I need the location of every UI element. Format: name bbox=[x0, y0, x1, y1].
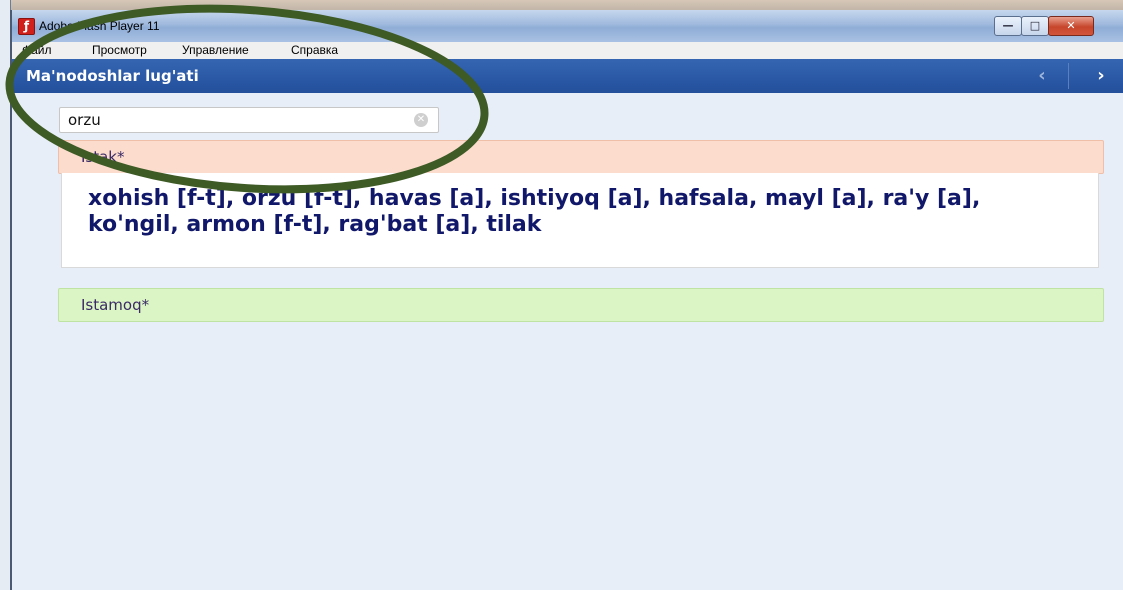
menu-bar: Файл Просмотр Управление Справка bbox=[12, 42, 1123, 60]
chevron-right-icon[interactable]: › bbox=[1086, 64, 1116, 88]
window-title: Adobe Flash Player 11 bbox=[39, 19, 160, 33]
title-bar[interactable]: ƒ Adobe Flash Player 11 — □ ✕ bbox=[12, 10, 1123, 42]
background-strip bbox=[0, 0, 1123, 10]
app-header: Ma'nodoshlar lug'ati ‹ › bbox=[12, 59, 1123, 93]
close-button[interactable]: ✕ bbox=[1048, 16, 1094, 36]
minimize-button[interactable]: — bbox=[994, 16, 1022, 36]
menu-control[interactable]: Управление bbox=[182, 43, 249, 58]
app-window: ƒ Adobe Flash Player 11 — □ ✕ Файл Просм… bbox=[10, 10, 1123, 590]
maximize-button[interactable]: □ bbox=[1021, 16, 1049, 36]
menu-help[interactable]: Справка bbox=[291, 43, 338, 58]
menu-view[interactable]: Просмотр bbox=[92, 43, 147, 58]
result-item-istak[interactable]: Istak* bbox=[58, 140, 1104, 174]
search-box: ✕ bbox=[59, 107, 439, 133]
definition-text: xohish [f-t], orzu [f-t], havas [a], ish… bbox=[88, 186, 981, 237]
result-definition: xohish [f-t], orzu [f-t], havas [a], ish… bbox=[61, 173, 1099, 268]
flash-icon: ƒ bbox=[18, 18, 35, 35]
result-item-istamoq[interactable]: Istamoq* bbox=[58, 288, 1104, 322]
chevron-left-icon[interactable]: ‹ bbox=[1027, 64, 1057, 88]
result-word: Istak* bbox=[81, 148, 125, 166]
nav-divider bbox=[1068, 63, 1069, 89]
menu-file[interactable]: Файл bbox=[22, 43, 52, 58]
clear-icon[interactable]: ✕ bbox=[414, 113, 428, 127]
page-title: Ma'nodoshlar lug'ati bbox=[26, 67, 199, 85]
result-word: Istamoq* bbox=[81, 296, 150, 314]
search-input[interactable] bbox=[68, 109, 398, 131]
